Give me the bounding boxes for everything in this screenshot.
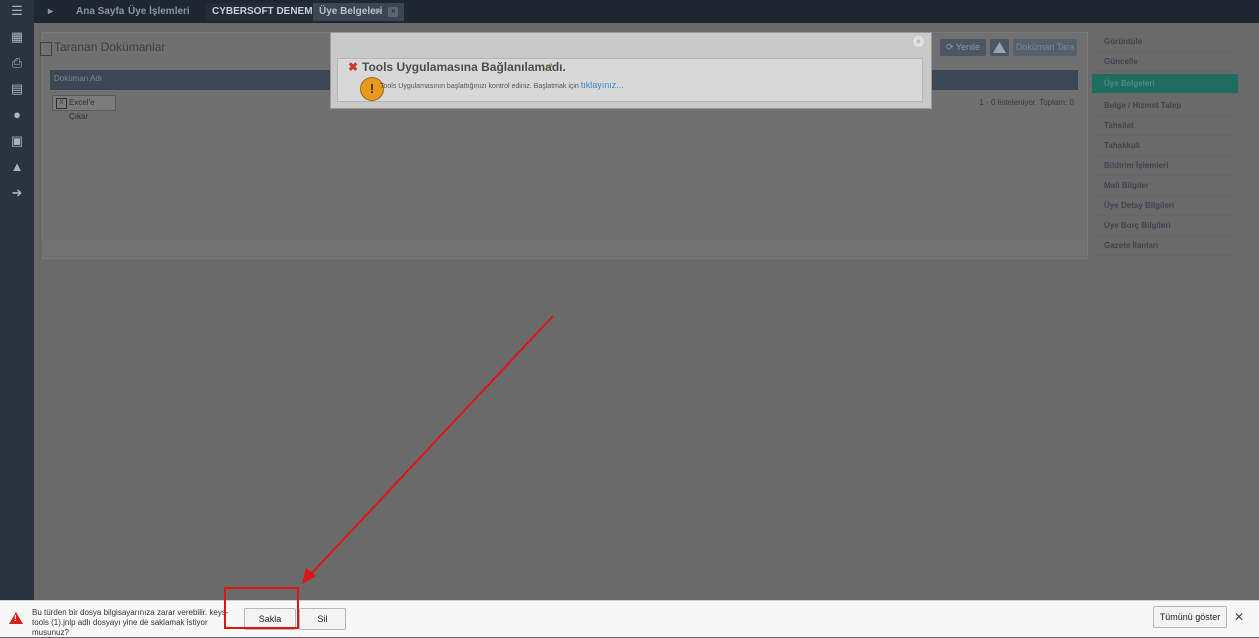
download-warning-text: Bu türden bir dosya bilgisayarınıza zara…: [32, 608, 229, 637]
paging-info: 1 - 0 listeleniyor. Toplam: 0: [979, 98, 1074, 107]
dialog-title: Tools Uygulamasına Bağlanılamadı.: [362, 60, 566, 74]
small-refresh-icon[interactable]: ⇄: [546, 61, 553, 70]
sidenav-item-service-request[interactable]: Belge / Hizmet Talep: [1092, 96, 1238, 116]
logout-icon[interactable]: ➜: [8, 184, 26, 202]
start-tools-link[interactable]: tıklayınız...: [581, 80, 624, 90]
tab-scroll-left-icon[interactable]: ▸: [42, 3, 59, 21]
tab-scroll-right-icon[interactable]: ▸: [370, 3, 387, 21]
show-all-button[interactable]: Tümünü göster: [1153, 606, 1227, 628]
calendar-icon[interactable]: ▦: [8, 28, 26, 46]
sidenav-item-member-docs[interactable]: Üye Belgeleri: [1092, 74, 1238, 94]
menu-icon[interactable]: ☰: [8, 2, 26, 20]
warning-button[interactable]: [990, 39, 1009, 56]
lock-icon[interactable]: ▣: [8, 132, 26, 150]
side-navigation: Görüntüle Güncelle Üye Belgeleri Belge /…: [1092, 32, 1238, 260]
sidenav-item-update[interactable]: Güncelle: [1092, 52, 1238, 72]
export-excel-label: Excel'e Çıkar: [69, 98, 95, 121]
sidenav-item-member-detail[interactable]: Üye Detay Bilgileri: [1092, 196, 1238, 216]
warning-icon: [993, 42, 1006, 53]
panel-footer: [42, 240, 1086, 256]
tab-cybersoft[interactable]: CYBERSOFT DENEME: [206, 3, 326, 21]
dialog-body-text: Tools Uygulamasının başlattığınızı kontr…: [380, 83, 579, 90]
error-x-icon: ✖: [348, 60, 359, 74]
tab-member-ops-label: Üye İşlemleri: [128, 6, 190, 17]
sidenav-item-financial[interactable]: Mali Bilgiler: [1092, 176, 1238, 196]
sidenav-item-view[interactable]: Görüntüle: [1092, 32, 1238, 52]
refresh-button[interactable]: ⟳ Yenile: [940, 39, 986, 56]
tab-member-docs[interactable]: Üye Belgeleri ×: [313, 3, 405, 21]
delete-button[interactable]: Sil: [299, 608, 346, 630]
sidenav-item-member-debt[interactable]: Üye Borç Bilgileri: [1092, 216, 1238, 236]
dialog-body: Tools Uygulamasının başlattığınızı kontr…: [380, 80, 624, 90]
sidenav-item-gazette[interactable]: Gazete İlanları: [1092, 236, 1238, 256]
dialog-close-icon[interactable]: ×: [913, 36, 924, 47]
export-excel-button[interactable]: X Excel'e Çıkar: [52, 95, 116, 121]
bell-icon[interactable]: ▲: [8, 158, 26, 176]
scan-document-label: Doküman Tara: [1015, 42, 1075, 52]
tab-cybersoft-label: CYBERSOFT DENEME: [212, 6, 320, 17]
tab-member-ops[interactable]: Üye İşlemleri: [122, 3, 196, 21]
column-document-name[interactable]: Doküman Adı: [54, 74, 102, 83]
tab-home-label: Ana Sayfa: [76, 6, 125, 17]
download-warning-mark: !: [14, 614, 17, 623]
document-icon: [40, 42, 52, 56]
calculator-icon[interactable]: ▤: [8, 80, 26, 98]
tab-close-icon[interactable]: ×: [388, 7, 399, 17]
refresh-label: Yenile: [955, 42, 981, 52]
sidenav-item-notifications[interactable]: Bildirim İşlemleri: [1092, 156, 1238, 176]
annotation-highlight-box: [224, 587, 299, 629]
download-bar-close-icon[interactable]: ✕: [1234, 610, 1244, 624]
excel-icon: X: [56, 98, 67, 109]
print-icon[interactable]: ⎙: [8, 54, 26, 72]
sidenav-item-accrual[interactable]: Tahakkuk: [1092, 136, 1238, 156]
scan-document-button[interactable]: Doküman Tara: [1013, 39, 1077, 56]
panel-title: Taranan Dokümanlar: [54, 40, 166, 54]
info-icon[interactable]: ●: [8, 106, 26, 124]
left-rail: ☰ ▦ ⎙ ▤ ● ▣ ▲ ➜: [0, 0, 34, 600]
sidenav-item-collection[interactable]: Tahsilat: [1092, 116, 1238, 136]
